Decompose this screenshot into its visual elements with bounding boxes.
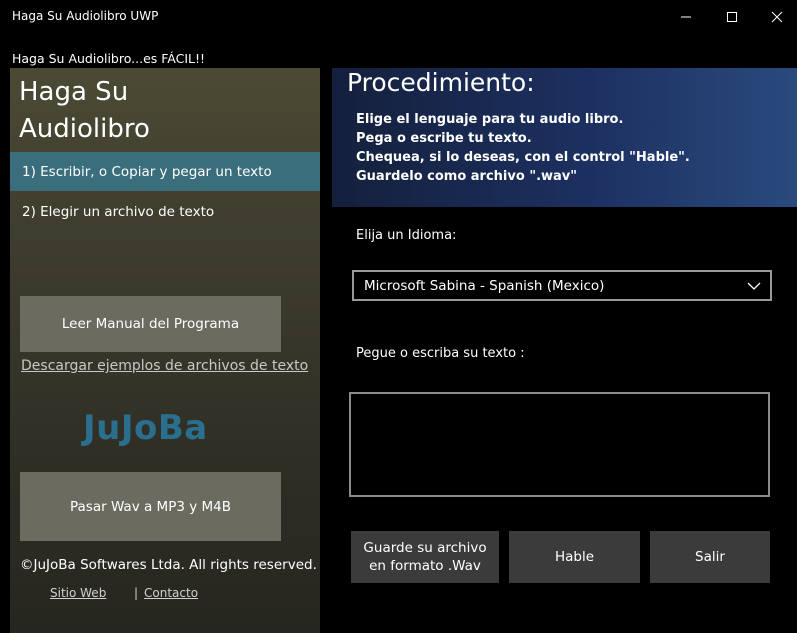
minimize-button[interactable]: [663, 0, 709, 34]
sidebar-item-label: 1) Escribir, o Copiar y pegar un texto: [22, 163, 272, 180]
website-link[interactable]: Sitio Web: [50, 586, 106, 600]
save-wav-label-line1: Guarde su archivo: [363, 540, 487, 556]
sidebar-item-choose-file[interactable]: 2) Elegir un archivo de texto: [10, 192, 320, 231]
language-label: Elija un Idioma:: [356, 228, 457, 243]
save-wav-button[interactable]: Guarde su archivo en formato .Wav: [351, 531, 499, 583]
minimize-icon: [681, 16, 691, 18]
footer-separator: |: [134, 586, 139, 600]
procedure-steps: Elige el lenguaje para tu audio libro. P…: [356, 110, 690, 186]
language-selected-value: Microsoft Sabina - Spanish (Mexico): [364, 277, 605, 294]
contact-link[interactable]: Contacto: [144, 586, 198, 600]
title-bar: Haga Su Audiolibro UWP: [0, 0, 797, 34]
jujoba-logo: JuJoBa: [83, 408, 208, 448]
language-select[interactable]: Microsoft Sabina - Spanish (Mexico): [352, 270, 772, 301]
close-button[interactable]: [754, 0, 797, 34]
procedure-step: Pega o escribe tu texto.: [356, 131, 532, 146]
sidebar-title: Haga Su Audiolibro: [19, 74, 150, 148]
procedure-banner: Procedimiento: Elige el lenguaje para tu…: [332, 68, 797, 207]
chevron-down-icon: [747, 282, 761, 290]
save-wav-label: Guarde su archivo en formato .Wav: [363, 539, 486, 575]
maximize-icon: [727, 12, 737, 22]
read-manual-button[interactable]: Leer Manual del Programa: [20, 296, 281, 352]
sidebar: Haga Su Audiolibro 1) Escribir, o Copiar…: [10, 68, 320, 633]
window-title: Haga Su Audiolibro UWP: [12, 9, 159, 23]
maximize-button[interactable]: [709, 0, 755, 34]
app-subtitle: Haga Su Audiolibro...es FÁCIL!!: [12, 51, 206, 66]
close-icon: [771, 11, 783, 23]
sidebar-item-write-text[interactable]: 1) Escribir, o Copiar y pegar un texto: [10, 152, 320, 191]
download-examples-link[interactable]: Descargar ejemplos de archivos de texto: [21, 358, 308, 374]
procedure-step: Elige el lenguaje para tu audio libro.: [356, 112, 624, 127]
procedure-title: Procedimiento:: [347, 68, 535, 97]
procedure-step: Guardelo como archivo ".wav": [356, 169, 578, 184]
text-input-area[interactable]: [349, 392, 770, 497]
procedure-step: Chequea, si lo deseas, con el control "H…: [356, 150, 690, 165]
text-label: Pegue o escriba su texto :: [356, 346, 525, 361]
speak-button[interactable]: Hable: [509, 531, 640, 583]
save-wav-label-line2: en formato .Wav: [369, 558, 481, 574]
sidebar-title-line2: Audiolibro: [19, 114, 150, 144]
exit-button[interactable]: Salir: [650, 531, 770, 583]
sidebar-title-line1: Haga Su: [19, 77, 129, 107]
sidebar-item-label: 2) Elegir un archivo de texto: [22, 203, 215, 220]
convert-wav-button[interactable]: Pasar Wav a MP3 y M4B: [20, 472, 281, 541]
copyright-text: ©JuJoBa Softwares Ltda. All rights reser…: [20, 557, 317, 573]
